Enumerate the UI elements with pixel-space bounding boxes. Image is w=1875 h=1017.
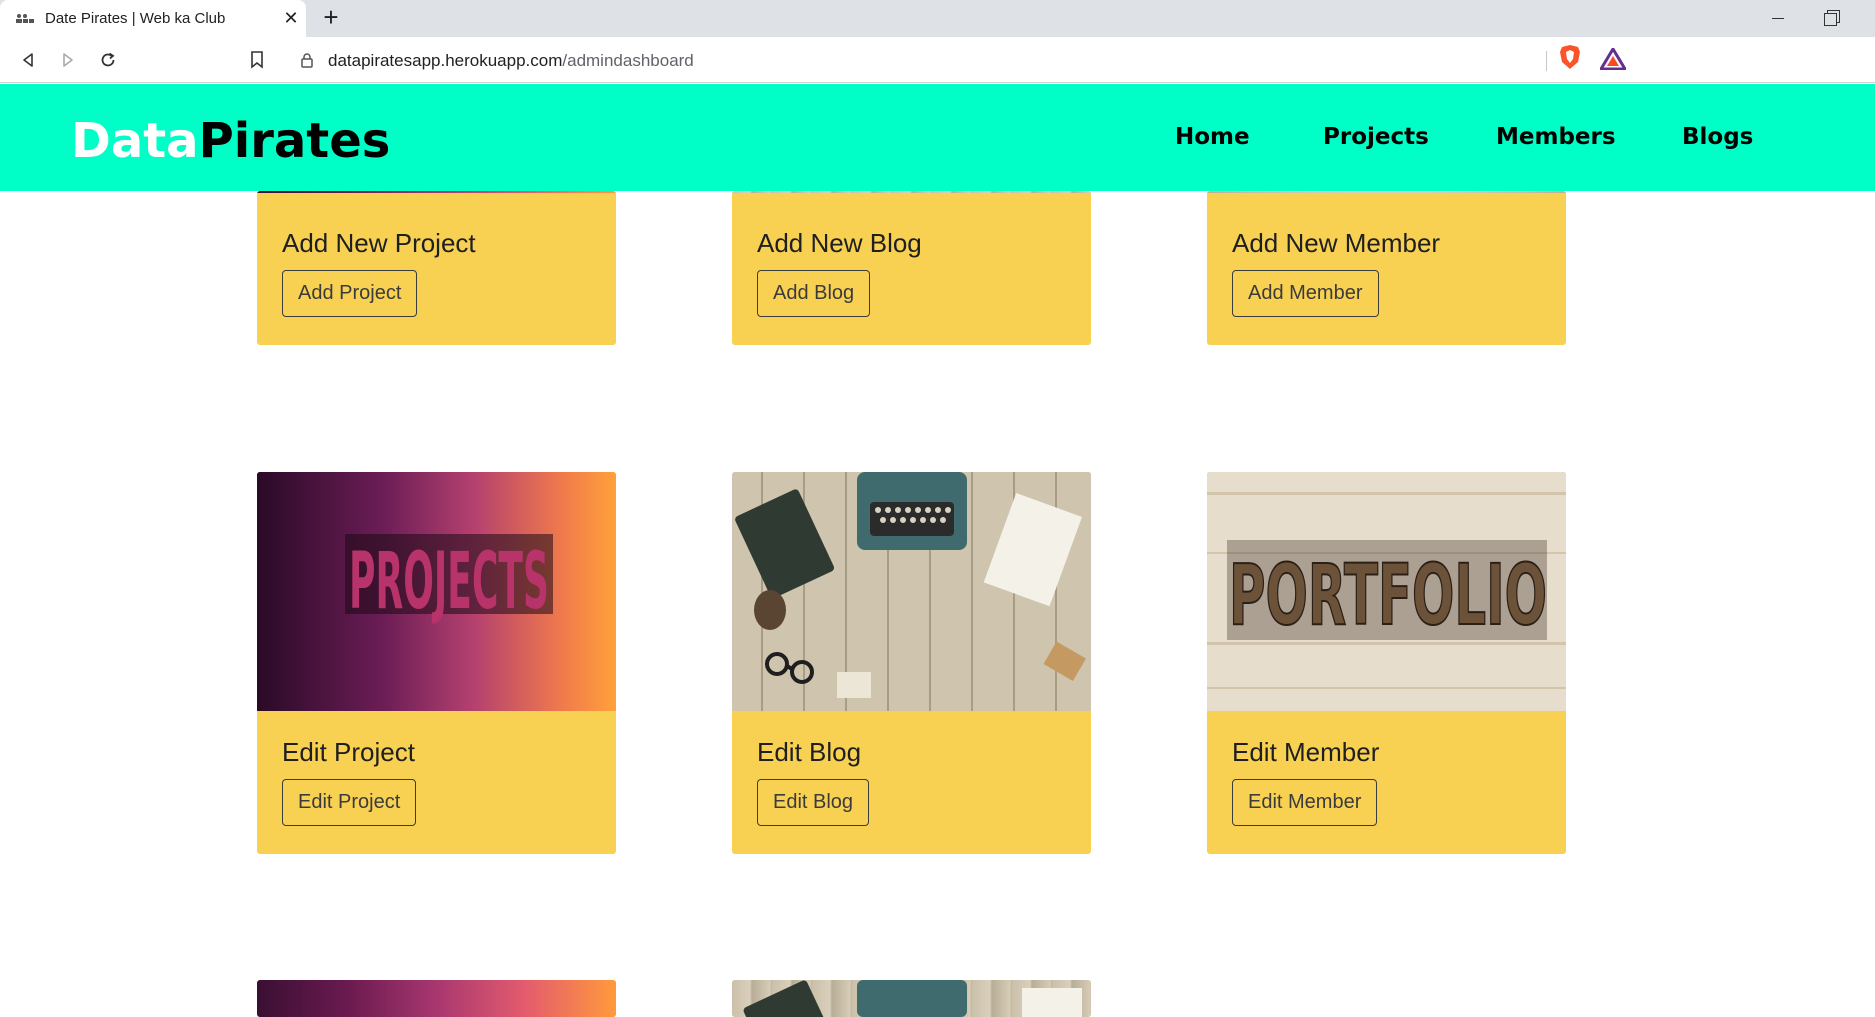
card-body: Add New Blog Add Blog [732, 202, 1091, 345]
card-title: Edit Member [1232, 737, 1380, 767]
brand-logo[interactable]: DataPirates [71, 113, 390, 169]
url-text: datapiratesapp.herokuapp.com/admindashbo… [328, 51, 694, 71]
portfolio-image: PORTFOLIO [1207, 472, 1566, 711]
card-image-blog [732, 472, 1091, 711]
address-bar[interactable]: datapiratesapp.herokuapp.com/admindashbo… [286, 42, 1634, 78]
card-edit-project: PROJECTS Edit Project Edit Project [257, 472, 616, 854]
favicon-icon [16, 14, 34, 23]
close-icon[interactable]: ✕ [280, 7, 302, 29]
nav-projects[interactable]: Projects [1323, 124, 1429, 150]
portfolio-image-text: PORTFOLIO [1229, 546, 1547, 644]
brave-rewards-icon[interactable] [1600, 48, 1626, 70]
restore-icon[interactable] [1824, 10, 1840, 26]
back-icon[interactable] [14, 46, 42, 74]
add-blog-button[interactable]: Add Blog [757, 270, 871, 317]
card-edit-member: PORTFOLIO Edit Member Edit Member [1207, 472, 1566, 854]
card-title: Edit Project [282, 737, 415, 767]
nav-members[interactable]: Members [1496, 124, 1616, 150]
card-add-blog: Add New Blog Add Blog [732, 191, 1091, 345]
card-add-project: Add New Project Add Project [257, 191, 616, 345]
forward-icon[interactable] [54, 46, 82, 74]
card-body: Edit Blog Edit Blog [732, 711, 1091, 854]
card-image-projects: PROJECTS [257, 472, 616, 711]
typewriter-image [732, 472, 1091, 711]
site-header: DataPirates Home Projects Members Blogs [0, 84, 1875, 191]
nav-home[interactable]: Home [1175, 124, 1250, 150]
card-title: Edit Blog [757, 737, 862, 767]
card-row3-projects [257, 980, 616, 1017]
brand-part-data: Data [71, 113, 199, 169]
typewriter-image-partial [743, 980, 1082, 1017]
card-title: Add New Member [1232, 228, 1441, 258]
card-title: Add New Blog [757, 228, 922, 258]
card-row3-blog [732, 980, 1091, 1017]
reload-icon[interactable] [94, 46, 122, 74]
projects-image-text: PROJECTS [349, 537, 549, 627]
card-image [257, 980, 616, 1017]
card-title: Add New Project [282, 228, 476, 258]
bookmark-icon[interactable] [243, 46, 271, 74]
browser-tab[interactable]: Date Pirates | Web ka Club ✕ [0, 0, 306, 37]
card-image [257, 191, 616, 193]
lock-icon [301, 53, 313, 68]
card-image-portfolio: PORTFOLIO [1207, 472, 1566, 711]
edit-blog-button[interactable]: Edit Blog [757, 779, 870, 826]
add-project-button[interactable]: Add Project [282, 270, 418, 317]
tab-title: Date Pirates | Web ka Club [45, 10, 226, 27]
address-separator [1546, 51, 1547, 71]
browser-tab-bar: Date Pirates | Web ka Club ✕ + [0, 0, 1875, 37]
url-path: /admindashboard [562, 51, 694, 70]
brave-shield-icon[interactable] [1558, 44, 1582, 70]
url-host: datapiratesapp.herokuapp.com [328, 51, 563, 70]
card-body: Add New Project Add Project [257, 202, 616, 345]
minimize-icon[interactable] [1768, 6, 1788, 30]
nav-blogs[interactable]: Blogs [1682, 124, 1753, 150]
browser-toolbar: datapiratesapp.herokuapp.com/admindashbo… [0, 37, 1875, 83]
brand-part-pirates: Pirates [198, 113, 391, 169]
card-edit-blog: Edit Blog Edit Blog [732, 472, 1091, 854]
edit-member-button[interactable]: Edit Member [1232, 779, 1378, 826]
card-image [732, 980, 1091, 1017]
card-body: Edit Project Edit Project [257, 711, 616, 854]
card-image [1207, 191, 1566, 193]
projects-image: PROJECTS [257, 472, 616, 711]
new-tab-icon[interactable]: + [318, 4, 344, 31]
add-member-button[interactable]: Add Member [1232, 270, 1379, 317]
edit-project-button[interactable]: Edit Project [282, 779, 417, 826]
card-add-member: Add New Member Add Member [1207, 191, 1566, 345]
card-body: Edit Member Edit Member [1207, 711, 1566, 854]
card-body: Add New Member Add Member [1207, 202, 1566, 345]
card-image [732, 191, 1091, 193]
